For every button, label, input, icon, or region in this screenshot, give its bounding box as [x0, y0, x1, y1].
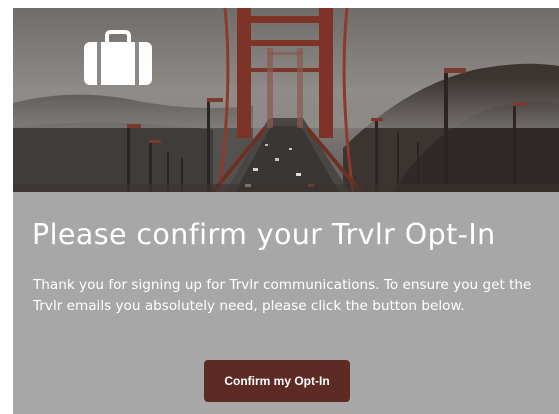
- briefcase-icon: [84, 30, 152, 85]
- body-text: Thank you for signing up for Trvlr commu…: [33, 277, 532, 314]
- hero-image: [13, 8, 559, 192]
- confirm-opt-in-button[interactable]: Confirm my Opt-In: [204, 360, 350, 402]
- email-card: Please confirm your Trvlr Opt-In Thank y…: [13, 8, 559, 414]
- content-section: Please confirm your Trvlr Opt-In Thank y…: [13, 192, 559, 414]
- page-title: Please confirm your Trvlr Opt-In: [32, 218, 496, 251]
